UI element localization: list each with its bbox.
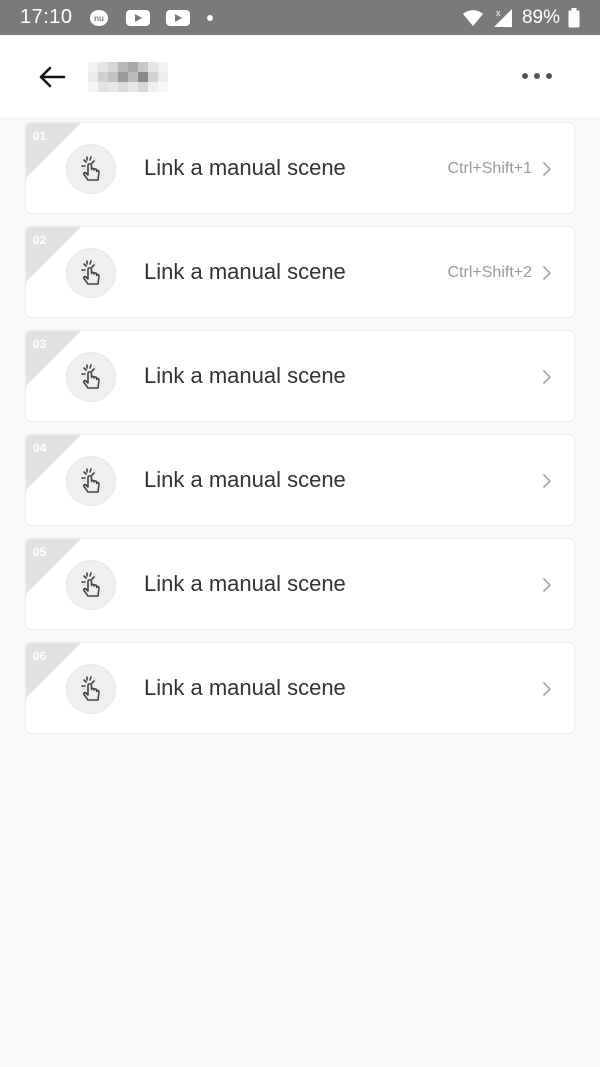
chevron-right-icon [540,265,554,281]
scene-link-card-2[interactable]: 02 Link a manual scene Ctrl+Shift+2 [25,226,575,318]
scene-link-card-3[interactable]: 03 Link a manual scene [25,330,575,422]
status-left: 17:10 nu [20,6,215,29]
chevron-right-icon [540,473,554,489]
tap-hand-icon [66,664,116,714]
scene-link-list: 01 Link a manual scene Ctrl+Shift+1 02 L… [25,122,575,746]
more-horizontal-icon [522,73,528,79]
scene-link-card-5[interactable]: 05 Link a manual scene [25,538,575,630]
wifi-icon [462,9,484,27]
svg-text:x: x [496,8,501,18]
app-bar [0,35,600,117]
nu-badge-icon: nu [87,8,111,28]
scene-link-label: Link a manual scene [144,675,346,700]
item-number: 05 [33,545,47,559]
scene-link-card-1[interactable]: 01 Link a manual scene Ctrl+Shift+1 [25,122,575,214]
chevron-right-icon [540,369,554,385]
battery-icon [568,7,580,28]
scene-link-label: Link a manual scene [144,467,346,492]
keyboard-shortcut: Ctrl+Shift+1 [447,160,532,177]
dot-icon [205,13,215,23]
scene-link-label: Link a manual scene [144,259,346,284]
youtube-icon [165,9,191,27]
page-title-blurred [88,62,168,92]
chevron-right-icon [540,161,554,177]
tap-hand-icon [66,352,116,402]
tap-hand-icon [66,560,116,610]
more-options-button[interactable] [522,65,552,87]
tap-hand-icon [66,144,116,194]
item-number: 03 [33,337,47,351]
tap-hand-icon [66,248,116,298]
status-bar: 17:10 nu x 89% [0,0,600,35]
signal-icon: x [492,7,514,29]
status-right: x 89% [462,7,580,29]
battery-percent: 89% [521,6,560,28]
keyboard-shortcut: Ctrl+Shift+2 [447,264,532,281]
scene-link-card-4[interactable]: 04 Link a manual scene [25,434,575,526]
chevron-right-icon [540,681,554,697]
scene-link-label: Link a manual scene [144,155,346,180]
item-number: 02 [33,233,47,247]
back-button[interactable] [36,61,68,93]
tap-hand-icon [66,456,116,506]
status-time: 17:10 [20,6,73,28]
svg-text:nu: nu [94,14,104,23]
item-number: 04 [33,441,47,455]
scene-link-label: Link a manual scene [144,571,346,596]
more-horizontal-icon [534,73,540,79]
item-number: 06 [33,649,47,663]
youtube-icon [125,9,151,27]
chevron-right-icon [540,577,554,593]
scene-link-card-6[interactable]: 06 Link a manual scene [25,642,575,734]
scene-link-label: Link a manual scene [144,363,346,388]
item-number: 01 [33,129,47,143]
more-horizontal-icon [546,73,552,79]
arrow-left-icon [39,66,66,88]
